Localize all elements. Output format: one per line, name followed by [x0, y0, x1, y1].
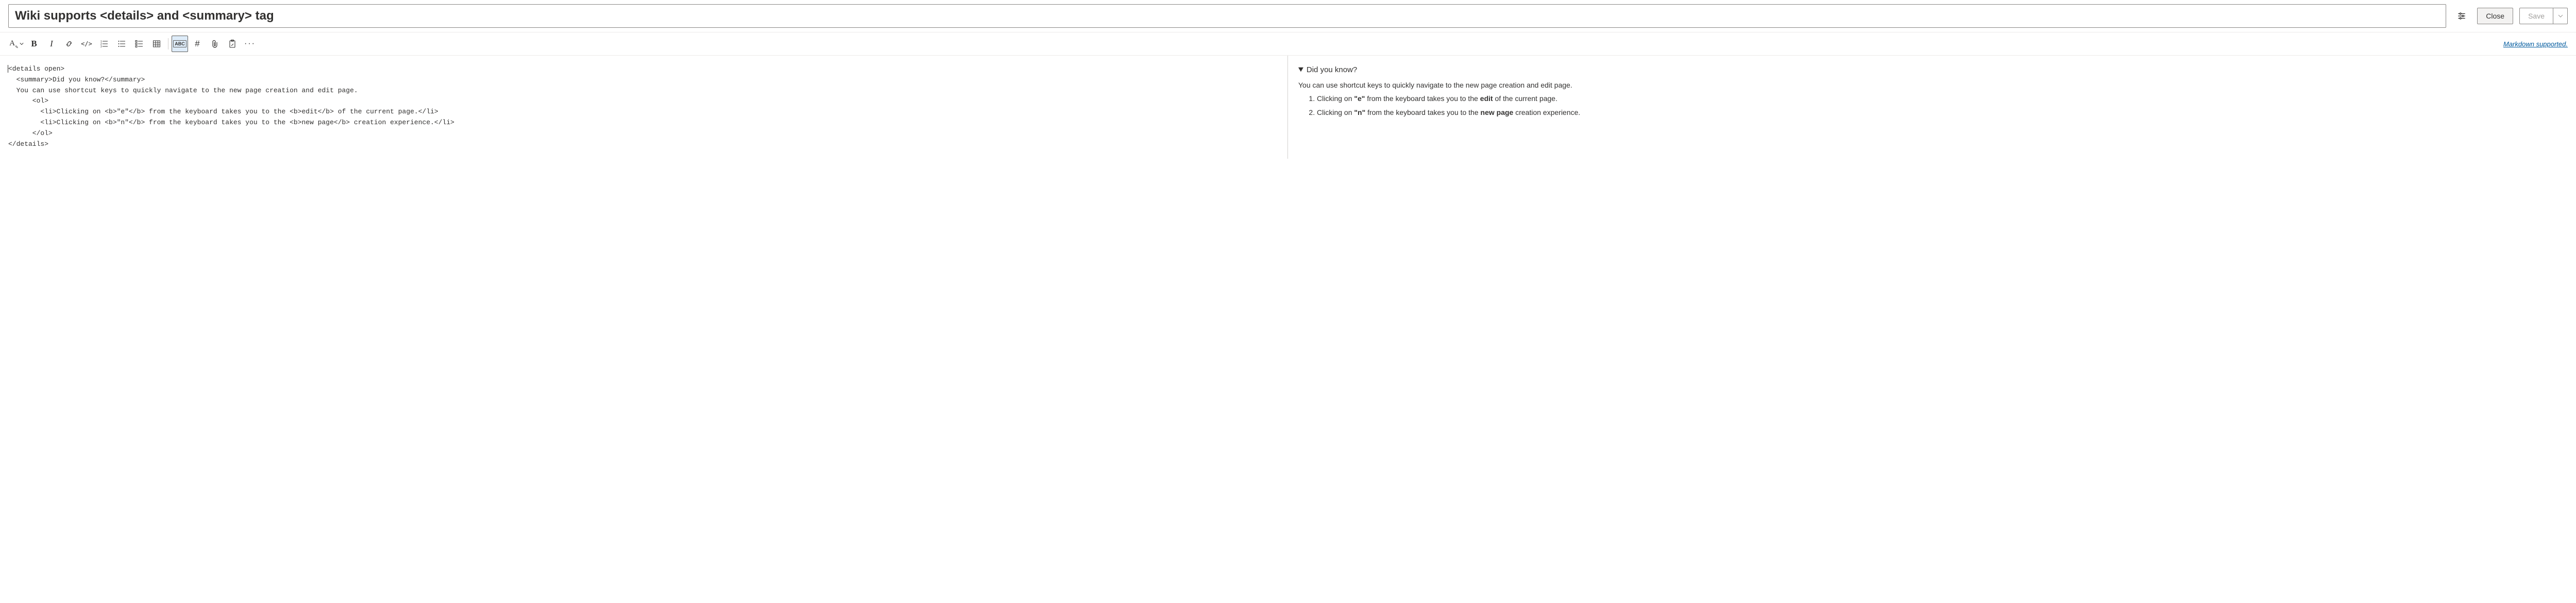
editor-line: <li>Clicking on <b>"n"</b> from the keyb… [8, 119, 454, 126]
table-button[interactable] [148, 36, 165, 52]
preview-intro: You can use shortcut keys to quickly nav… [1298, 81, 1572, 89]
list-item: Clicking on "n" from the keyboard takes … [1317, 107, 2566, 118]
chevron-down-icon [20, 42, 24, 46]
editor-line: </details> [8, 140, 48, 148]
preview-list: Clicking on "e" from the keyboard takes … [1298, 93, 2566, 118]
editor-line: <summary>Did you know?</summary> [8, 76, 145, 83]
editor-line: <li>Clicking on <b>"e"</b> from the keyb… [8, 108, 438, 115]
paste-button[interactable] [224, 36, 241, 52]
paperclip-icon [211, 40, 218, 48]
bold-button[interactable]: B [26, 36, 42, 52]
more-button[interactable]: ··· [242, 36, 258, 52]
content-split: <details open> <summary>Did you know?</s… [0, 56, 2576, 159]
link-icon [65, 40, 73, 48]
markdown-supported-link[interactable]: Markdown supported. [2503, 40, 2568, 48]
editor-line: You can use shortcut keys to quickly nav… [8, 87, 358, 94]
font-color-button[interactable]: A✎ [8, 36, 25, 52]
preview-pane: Did you know? You can use shortcut keys … [1288, 56, 2576, 159]
preview-summary[interactable]: Did you know? [1298, 64, 2566, 76]
page-title-input[interactable] [8, 4, 2446, 28]
toolbar-left: A✎ B I </> 1 2 3 [8, 36, 258, 52]
table-icon [152, 40, 161, 48]
abc-button[interactable]: ABC [172, 36, 188, 52]
save-chevron-button[interactable] [2553, 8, 2568, 24]
hash-button[interactable]: # [189, 36, 206, 52]
svg-text:3: 3 [100, 45, 102, 48]
chevron-down-icon [2558, 13, 2563, 19]
checklist-button[interactable] [131, 36, 147, 52]
save-button[interactable]: Save [2519, 8, 2553, 24]
link-button[interactable] [61, 36, 77, 52]
italic-button[interactable]: I [43, 36, 60, 52]
editor-line: <ol> [8, 97, 48, 105]
header-row: Close Save [0, 0, 2576, 32]
bullet-list-button[interactable] [113, 36, 130, 52]
ordered-list-button[interactable]: 1 2 3 [96, 36, 112, 52]
ordered-list-icon: 1 2 3 [100, 40, 108, 48]
editor-line: <details open> [8, 65, 64, 73]
abc-label: ABC [173, 40, 187, 47]
preview-details[interactable]: Did you know? You can use shortcut keys … [1298, 64, 2566, 118]
list-item: Clicking on "e" from the keyboard takes … [1317, 93, 2566, 104]
toolbar-row: A✎ B I </> 1 2 3 [0, 32, 2576, 56]
checklist-icon [135, 40, 143, 48]
bullet-list-icon [117, 40, 126, 48]
clipboard-icon [228, 40, 236, 48]
close-button[interactable]: Close [2477, 8, 2513, 24]
editor-line: </ol> [8, 129, 53, 137]
attachment-button[interactable] [207, 36, 223, 52]
preview-body: You can use shortcut keys to quickly nav… [1298, 79, 2566, 118]
settings-icon[interactable] [2452, 7, 2471, 25]
code-button[interactable]: </> [78, 36, 95, 52]
save-button-group: Save [2519, 8, 2568, 24]
markdown-editor[interactable]: <details open> <summary>Did you know?</s… [0, 56, 1288, 159]
